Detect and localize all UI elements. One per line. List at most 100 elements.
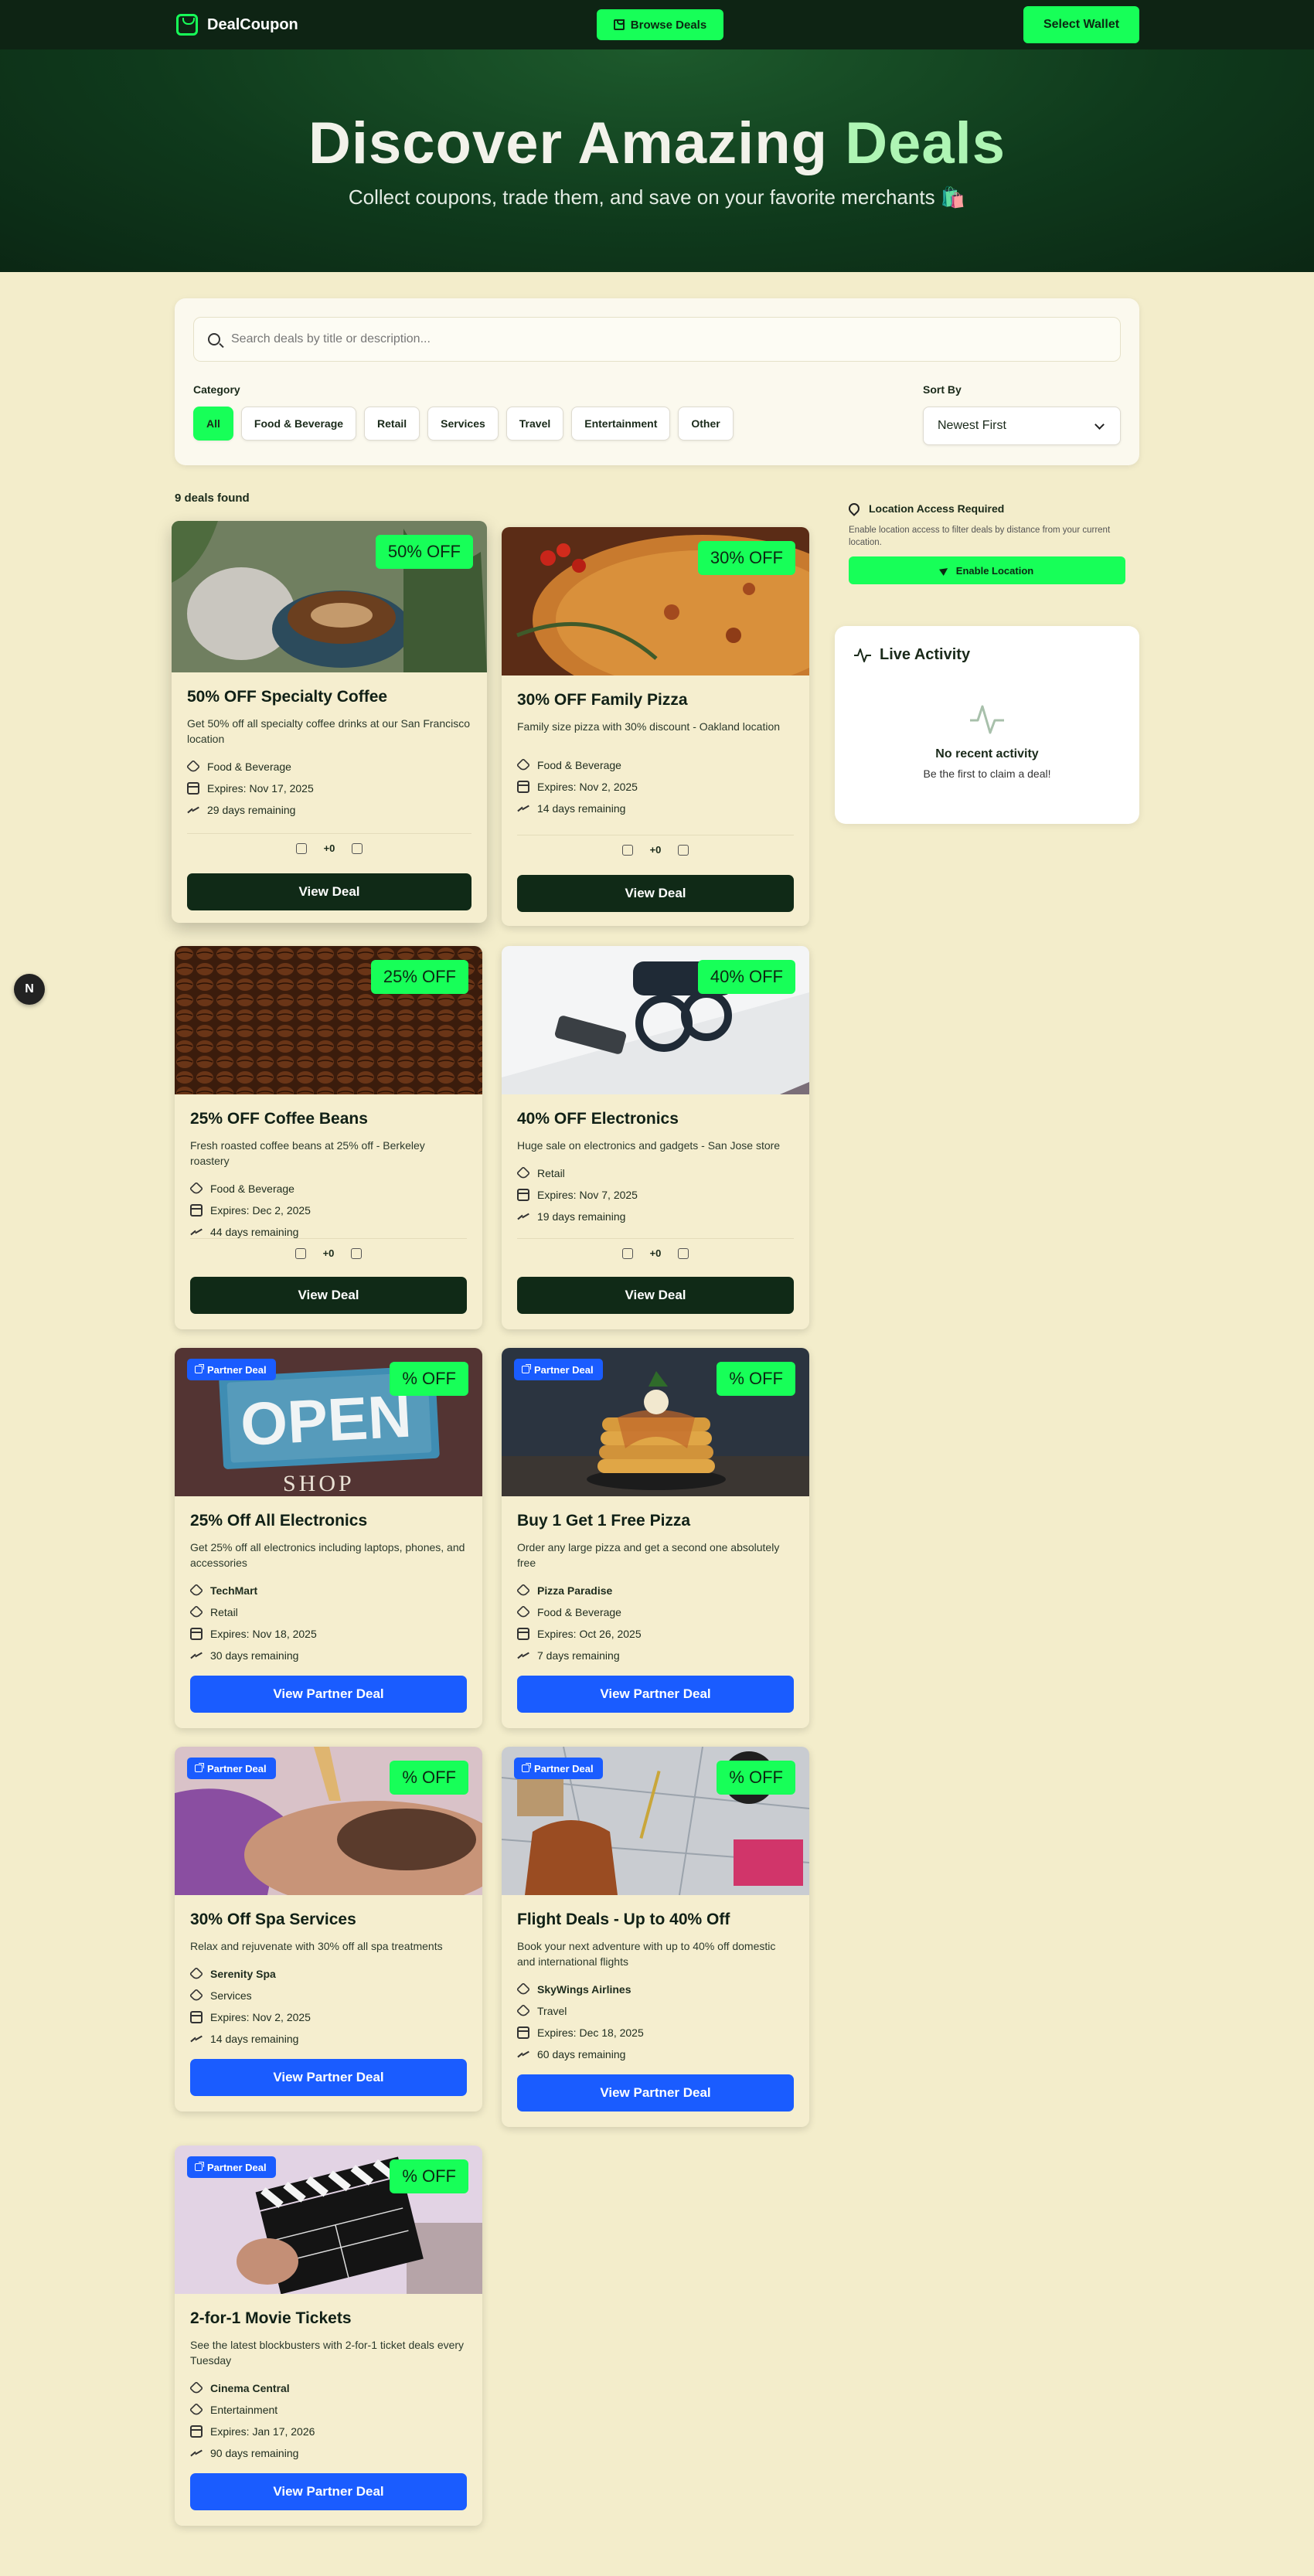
calendar-icon — [517, 2026, 529, 2039]
deal-remaining-text: 7 days remaining — [537, 1649, 620, 1662]
deal-category: Food & Beverage — [516, 754, 794, 776]
view-partner-deal-button[interactable]: View Partner Deal — [190, 1676, 467, 1713]
deal-card[interactable]: 30% OFF 30% OFF Family Pizza Family size… — [502, 527, 809, 926]
view-deal-button[interactable]: View Deal — [190, 1277, 467, 1314]
search-input[interactable] — [231, 325, 1105, 353]
map-pin-icon — [846, 501, 862, 516]
browse-deals-button[interactable]: Browse Deals — [597, 9, 723, 40]
partner-deal-card[interactable]: OPEN SHOP Partner Deal % OFF 25% Off All… — [175, 1348, 482, 1728]
hero-title-accent: Deals — [845, 111, 1006, 176]
discount-badge: 30% OFF — [697, 541, 795, 575]
thumbs-up-icon[interactable] — [294, 1247, 306, 1259]
thumbs-up-icon[interactable] — [621, 1247, 633, 1259]
calendar-icon — [517, 1628, 529, 1640]
deal-description: Huge sale on electronics and gadgets - S… — [517, 1139, 781, 1152]
trending-up-icon — [517, 1210, 529, 1223]
view-deal-button[interactable]: View Deal — [517, 1277, 794, 1314]
deal-card[interactable]: 50% OFF 50% OFF Specialty Coffee Get 50%… — [172, 521, 487, 923]
tag-icon — [516, 1583, 531, 1598]
deal-remaining-text: 14 days remaining — [210, 2033, 299, 2045]
brand[interactable]: DealCoupon — [176, 14, 298, 36]
deal-merchant: Serenity Spa — [189, 1963, 467, 1985]
view-partner-deal-button[interactable]: View Partner Deal — [190, 2059, 467, 2096]
tag-icon — [516, 757, 531, 773]
deal-image-travel: Partner Deal % OFF — [502, 1747, 809, 1895]
category-chip-entertainment[interactable]: Entertainment — [571, 407, 671, 441]
external-link-icon — [195, 1763, 204, 1772]
thumbs-down-icon[interactable] — [678, 844, 689, 856]
calendar-icon — [190, 2425, 203, 2438]
activity-icon — [854, 648, 871, 662]
enable-location-label: Enable Location — [955, 564, 1034, 577]
deal-card-body: 2-for-1 Movie Tickets See the latest blo… — [189, 2309, 467, 2464]
tag-icon — [516, 1604, 531, 1620]
deal-expiry: Expires: Nov 2, 2025 — [190, 2006, 467, 2028]
discount-badge: 50% OFF — [375, 535, 473, 569]
deal-description: Book your next adventure with up to 40% … — [517, 1940, 776, 1968]
view-partner-deal-button[interactable]: View Partner Deal — [517, 2074, 794, 2112]
deal-expiry-text: Expires: Jan 17, 2026 — [210, 2425, 315, 2438]
thumbs-down-icon[interactable] — [678, 1247, 689, 1259]
deal-description: Family size pizza with 30% discount - Oa… — [517, 720, 781, 733]
partner-deal-card[interactable]: Partner Deal % OFF Flight Deals - Up to … — [502, 1747, 809, 2127]
tag-icon — [189, 2380, 204, 2396]
deal-category: Entertainment — [189, 2399, 467, 2421]
deal-card[interactable]: 25% OFF 25% OFF Coffee Beans Fresh roast… — [175, 946, 482, 1329]
calendar-icon — [190, 1628, 203, 1640]
live-activity-title: Live Activity — [880, 646, 971, 663]
sort-select[interactable]: Newest First — [923, 407, 1121, 445]
deal-title: 30% OFF Family Pizza — [517, 691, 688, 709]
category-chip-travel[interactable]: Travel — [506, 407, 564, 441]
calendar-icon — [190, 2011, 203, 2023]
category-chip-services[interactable]: Services — [427, 407, 499, 441]
dev-tools-badge[interactable]: N — [14, 974, 45, 1005]
external-link-icon — [522, 1763, 531, 1772]
vote-row: +0 — [190, 1238, 467, 1268]
external-link-icon — [195, 1364, 204, 1373]
select-wallet-button[interactable]: Select Wallet — [1023, 6, 1139, 43]
deal-expiry: Expires: Oct 26, 2025 — [517, 1623, 794, 1645]
deal-category: Food & Beverage — [186, 756, 471, 778]
category-chip-all[interactable]: All — [193, 407, 233, 441]
partner-badge-label: Partner Deal — [534, 1762, 594, 1775]
discount-badge: % OFF — [390, 1362, 468, 1396]
deal-expiry-text: Expires: Nov 2, 2025 — [210, 2011, 311, 2023]
view-partner-deal-button[interactable]: View Partner Deal — [517, 1676, 794, 1713]
deal-category-text: Retail — [537, 1167, 565, 1179]
deal-merchant: Cinema Central — [189, 2377, 467, 2399]
vote-score: +0 — [649, 844, 662, 856]
category-chip-food-beverage[interactable]: Food & Beverage — [240, 407, 357, 441]
deal-category-text: Retail — [210, 1606, 238, 1618]
thumbs-up-icon[interactable] — [621, 844, 633, 856]
deal-merchant: TechMart — [189, 1580, 467, 1601]
partner-deal-card[interactable]: Partner Deal % OFF 2-for-1 Movie Tickets… — [175, 2146, 482, 2526]
deal-title: Flight Deals - Up to 40% Off — [517, 1911, 730, 1928]
deal-image-pancakes: Partner Deal % OFF — [502, 1348, 809, 1496]
thumbs-down-icon[interactable] — [351, 1247, 363, 1259]
category-label: Category — [193, 383, 240, 396]
deal-merchant-text: Serenity Spa — [210, 1968, 276, 1980]
deal-merchant-text: Pizza Paradise — [537, 1584, 613, 1597]
deal-remaining: 30 days remaining — [190, 1645, 467, 1666]
view-partner-deal-button[interactable]: View Partner Deal — [190, 2473, 467, 2510]
partner-deal-card[interactable]: Partner Deal % OFF 30% Off Spa Services … — [175, 1747, 482, 2112]
trending-up-icon — [190, 2447, 203, 2459]
deal-title: 25% Off All Electronics — [190, 1512, 368, 1530]
thumbs-up-icon[interactable] — [295, 842, 307, 854]
deal-card[interactable]: 40% OFF 40% OFF Electronics Huge sale on… — [502, 946, 809, 1329]
partner-badge: Partner Deal — [187, 2156, 276, 2178]
enable-location-button[interactable]: Enable Location — [849, 556, 1125, 584]
tag-icon — [189, 1604, 204, 1620]
view-deal-button[interactable]: View Deal — [187, 873, 471, 910]
deal-category: Services — [189, 1985, 467, 2006]
thumbs-down-icon[interactable] — [352, 842, 363, 854]
deal-category: Retail — [189, 1601, 467, 1623]
deal-category-text: Food & Beverage — [537, 1606, 621, 1618]
trending-up-icon — [517, 802, 529, 815]
deal-remaining-text: 19 days remaining — [537, 1210, 626, 1223]
category-chip-retail[interactable]: Retail — [364, 407, 420, 441]
category-chip-other[interactable]: Other — [678, 407, 734, 441]
partner-deal-card[interactable]: Partner Deal % OFF Buy 1 Get 1 Free Pizz… — [502, 1348, 809, 1728]
deal-image-open-sign: OPEN SHOP Partner Deal % OFF — [175, 1348, 482, 1496]
view-deal-button[interactable]: View Deal — [517, 875, 794, 912]
